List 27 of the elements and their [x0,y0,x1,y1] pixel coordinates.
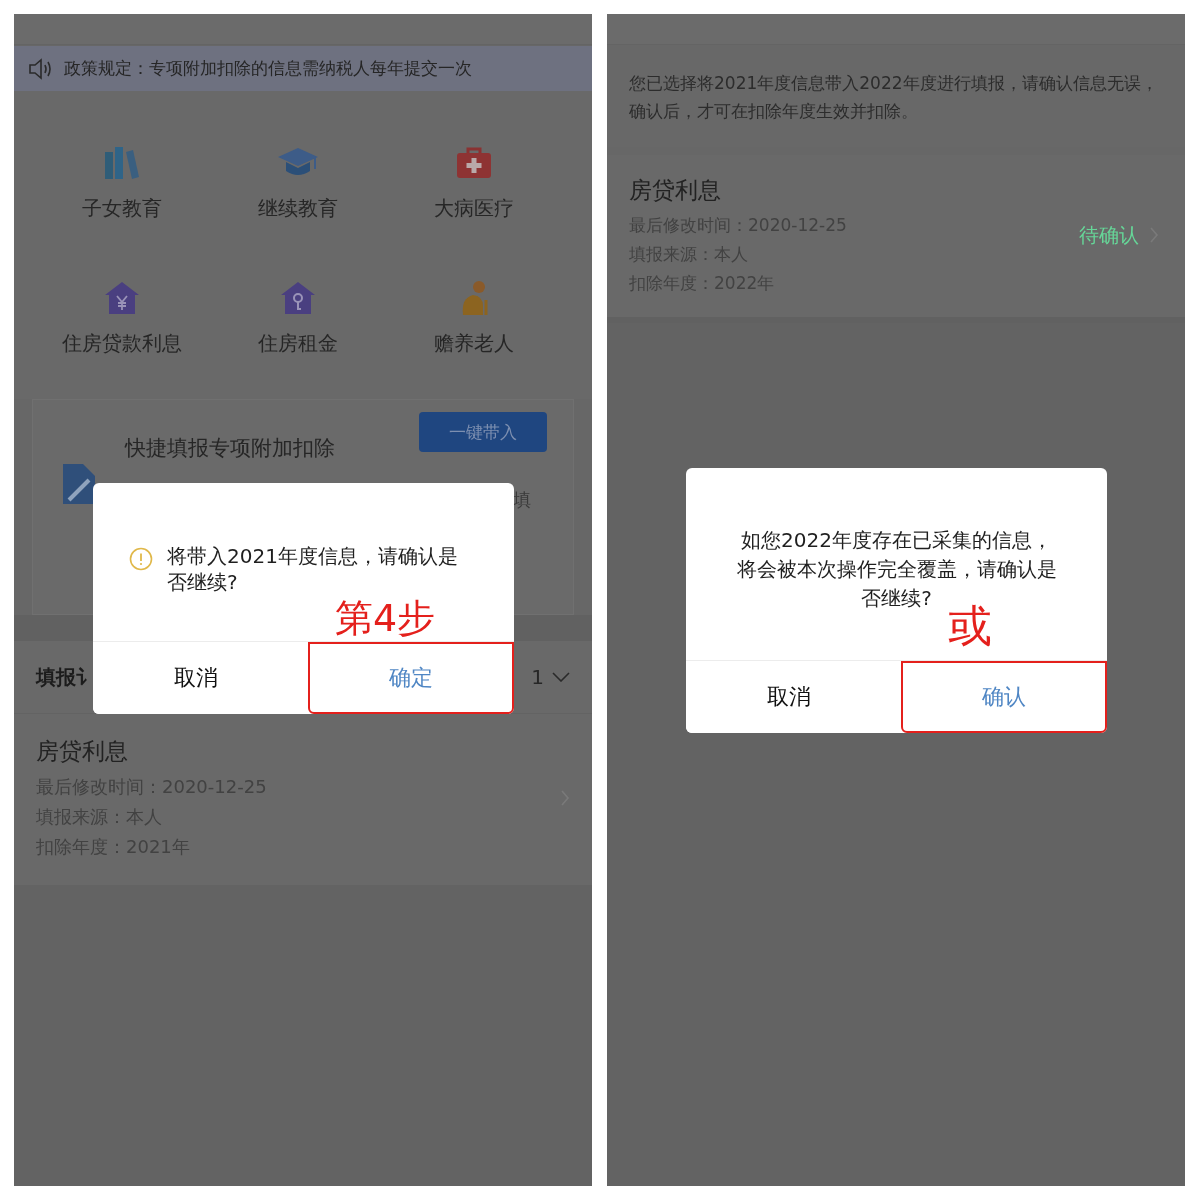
year-selector[interactable]: 1 [531,665,544,689]
notice-text: 政策规定：专项附加扣除的信息需纳税人每年提交一次 [64,57,472,80]
warning-icon [129,547,153,571]
document-pen-icon [61,462,97,506]
category-label[interactable]: 大病医疗 [434,195,514,222]
category-label[interactable]: 继续教育 [258,195,338,222]
info-text: 您已选择将2021年度信息带入2022年度进行填报，请确认信息无误，确认后，才可在扣除年度生效并扣除。 [629,72,1159,124]
confirm-button[interactable]: 确定 [307,642,514,714]
status-label: 待确认 [1079,221,1139,249]
quick-fill-title: 快捷填报专项附加扣除 [125,435,335,462]
category-label[interactable]: 子女教育 [82,195,162,222]
section-title: 填报讠 [36,663,96,691]
category-label[interactable]: 住房贷款利息 [62,330,182,357]
category-label[interactable]: 住房租金 [258,330,338,357]
confirm-button[interactable]: 确认 [900,661,1107,733]
speaker-icon [28,57,54,80]
record-title: 房贷利息 [36,737,129,766]
record-title: 房贷利息 [629,176,722,206]
house-key-icon [280,280,316,316]
category-label[interactable]: 赡养老人 [434,330,514,357]
house-yen-icon [104,280,140,316]
dialog-message: 将带入2021年度信息，请确认是否继续? [167,543,459,595]
books-icon [104,145,140,181]
chevron-down-icon [552,672,570,682]
first-aid-kit-icon [456,145,492,181]
step-annotation: 第4步 [335,599,436,637]
import-button[interactable]: 一键带入 [419,412,547,452]
